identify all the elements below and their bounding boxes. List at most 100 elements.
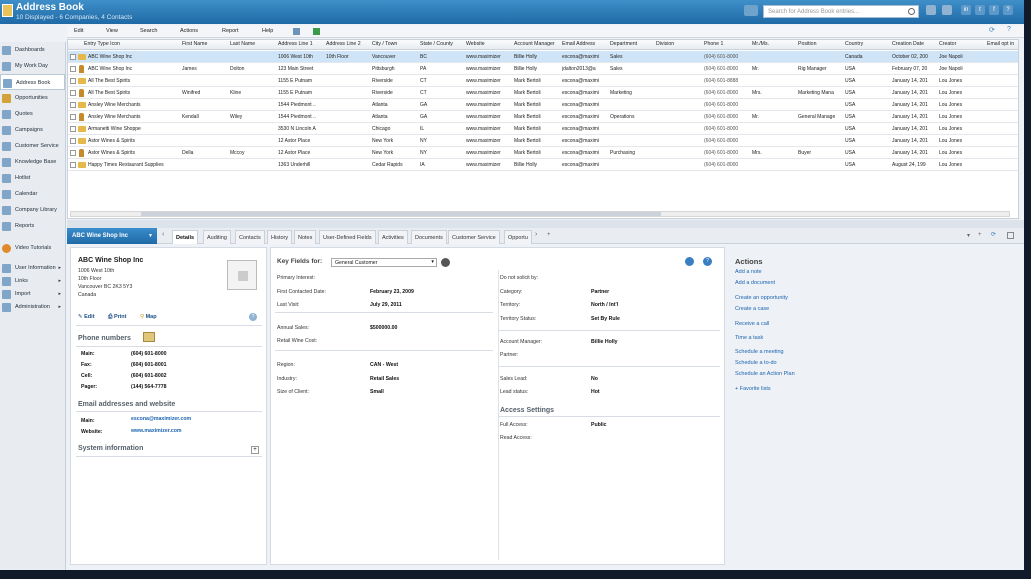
column-position[interactable]: Position <box>798 41 842 47</box>
field-value[interactable]: Retail Sales <box>370 376 399 382</box>
table-row[interactable]: Astor Wines & Spirits Della Mccoy 12 Astor … <box>68 147 1018 159</box>
sidebar-item-campaigns[interactable]: Campaigns <box>0 122 65 138</box>
field-value[interactable]: CAN - West <box>370 362 398 368</box>
column-website[interactable]: Website <box>466 41 512 47</box>
user-icon[interactable] <box>926 5 936 15</box>
settings-icon[interactable] <box>441 258 450 267</box>
company-photo-placeholder[interactable] <box>227 260 257 290</box>
table-row[interactable]: All The Best Spirits Winifred Kline 1155 E … <box>68 87 1018 99</box>
column-mr-ms[interactable]: Mr./Ms. <box>752 41 796 47</box>
field-value[interactable]: No <box>591 376 598 382</box>
menu-view[interactable]: View <box>106 28 118 34</box>
print-button[interactable]: ⎙ Print <box>108 314 126 321</box>
refresh-icon[interactable]: ⟳ <box>991 231 996 238</box>
field-value[interactable]: Partner <box>591 289 609 295</box>
action-link[interactable]: Receive a call <box>735 321 769 327</box>
key-fields-select[interactable]: General Customer ▾ <box>331 258 437 267</box>
export-icon[interactable] <box>293 28 300 35</box>
column-address-2[interactable]: Address Line 2 <box>326 41 370 47</box>
map-button[interactable]: ⚲ Map <box>140 314 157 320</box>
facebook-icon[interactable]: f <box>989 5 999 15</box>
sidebar-item-links[interactable]: Links ▸ <box>0 275 65 288</box>
phone-value[interactable]: (144) 564-7778 <box>131 384 166 390</box>
website-link[interactable]: www.maximizer.com <box>131 428 182 434</box>
field-value[interactable]: Small <box>370 389 384 395</box>
action-link[interactable]: Create an opportunity <box>735 295 788 301</box>
tab-notes[interactable]: Notes <box>294 230 317 244</box>
phone-value[interactable]: (604) 601-8002 <box>131 373 166 379</box>
row-checkbox[interactable] <box>70 126 76 132</box>
action-link[interactable]: Create a case <box>735 306 769 312</box>
column-last-name[interactable]: Last Name <box>230 41 276 47</box>
help-icon[interactable]: ? <box>1007 26 1011 33</box>
column-phone[interactable]: Phone 1 <box>704 41 750 47</box>
sidebar-item-administration[interactable]: Administration ▸ <box>0 301 65 314</box>
column-department[interactable]: Department <box>610 41 654 47</box>
tab-scroll-right-icon[interactable]: › <box>535 231 537 238</box>
menu-help[interactable]: Help <box>262 28 273 34</box>
table-row[interactable]: ABC Wine Shop Inc 1006 West 10th 10th Floo… <box>68 51 1018 63</box>
table-row[interactable]: Armanetti Wine Shoppe 3530 N Lincoln A Chi… <box>68 123 1018 135</box>
table-row[interactable]: Ansley Wine Merchants 1544 Piedmont .. Atl… <box>68 99 1018 111</box>
field-value[interactable]: North / Int'l <box>591 302 618 308</box>
field-value[interactable]: February 23, 2009 <box>370 289 414 295</box>
column-country[interactable]: Country <box>845 41 889 47</box>
menu-actions[interactable]: Actions <box>180 28 198 34</box>
horizontal-scrollbar[interactable] <box>70 211 1010 217</box>
row-checkbox[interactable] <box>70 102 76 108</box>
row-checkbox[interactable] <box>70 66 76 72</box>
scrollbar-thumb[interactable] <box>141 212 661 216</box>
sidebar-item-knowledge-base[interactable]: Knowledge Base <box>0 154 65 170</box>
tab-user-defined-fields[interactable]: User-Defined Fields <box>319 230 376 244</box>
search-icon[interactable] <box>908 8 915 15</box>
sidebar-item-video-tutorials[interactable]: Video Tutorials <box>0 240 65 256</box>
pin-icon[interactable]: + <box>978 232 982 238</box>
detail-entry-selector[interactable]: ABC Wine Shop Inc ▼ <box>67 228 157 244</box>
email-link[interactable]: escona@maximizer.com <box>131 416 191 422</box>
row-checkbox[interactable] <box>70 114 76 120</box>
row-checkbox[interactable] <box>70 54 76 60</box>
sidebar-item-user-information[interactable]: User Information ▸ <box>0 262 65 275</box>
column-state[interactable]: State / County <box>420 41 464 47</box>
table-row[interactable]: Happy Times Restaurant Supplies 1363 Unde… <box>68 159 1018 171</box>
column-creator[interactable]: Creator <box>939 41 985 47</box>
phone-value[interactable]: (604) 601-8000 <box>131 351 166 357</box>
table-row[interactable]: ABC Wine Shop Inc James Dolton 123 Main Str… <box>68 63 1018 75</box>
settings-icon[interactable] <box>942 5 952 15</box>
menu-edit[interactable]: Edit <box>74 28 83 34</box>
column-creation-date[interactable]: Creation Date <box>892 41 936 47</box>
action-link[interactable]: Schedule a meeting <box>735 349 784 355</box>
action-link[interactable]: Time a task <box>735 335 763 341</box>
table-row[interactable]: All The Best Spirits 1155 E Putnam Riversi… <box>68 75 1018 87</box>
field-value[interactable]: Set By Rule <box>591 316 620 322</box>
system-info-section-title[interactable]: System information <box>78 445 143 452</box>
excel-icon[interactable] <box>313 28 320 35</box>
tab-customer-service[interactable]: Customer Service <box>448 230 500 244</box>
column-division[interactable]: Division <box>656 41 700 47</box>
tab-auditing[interactable]: Auditing <box>203 230 231 244</box>
action-link[interactable]: + Favorite lists <box>735 386 771 392</box>
field-value[interactable]: July 29, 2011 <box>370 302 402 308</box>
column-city[interactable]: City / Town <box>372 41 418 47</box>
sidebar-item-hotlist[interactable]: Hotlist <box>0 170 65 186</box>
twitter-icon[interactable]: t <box>975 5 985 15</box>
column-email[interactable]: Email Address <box>562 41 608 47</box>
phone-value[interactable]: (604) 601-8001 <box>131 362 166 368</box>
phone-book-icon[interactable] <box>143 332 155 342</box>
row-checkbox[interactable] <box>70 150 76 156</box>
tab-activities[interactable]: Activities <box>378 230 408 244</box>
linkedin-icon[interactable]: in <box>961 5 971 15</box>
sidebar-item-import[interactable]: Import ▸ <box>0 288 65 301</box>
menu-search[interactable]: Search <box>140 28 157 34</box>
column-first-name[interactable]: First Name <box>182 41 228 47</box>
sidebar-item-calendar[interactable]: Calendar <box>0 186 65 202</box>
sidebar-item-my-work-day[interactable]: My Work Day <box>0 58 65 74</box>
help-icon[interactable]: ? <box>703 257 712 266</box>
sidebar-item-reports[interactable]: Reports <box>0 218 65 234</box>
chat-icon[interactable] <box>744 5 758 16</box>
tab-opportunities[interactable]: Opportu <box>504 230 532 244</box>
tab-contacts[interactable]: Contacts <box>235 230 265 244</box>
sidebar-item-customer-service[interactable]: Customer Service <box>0 138 65 154</box>
column-email-opt-in[interactable]: Email opt in <box>987 41 1019 47</box>
column-entry-type[interactable]: Entry Type Icon <box>84 41 178 47</box>
